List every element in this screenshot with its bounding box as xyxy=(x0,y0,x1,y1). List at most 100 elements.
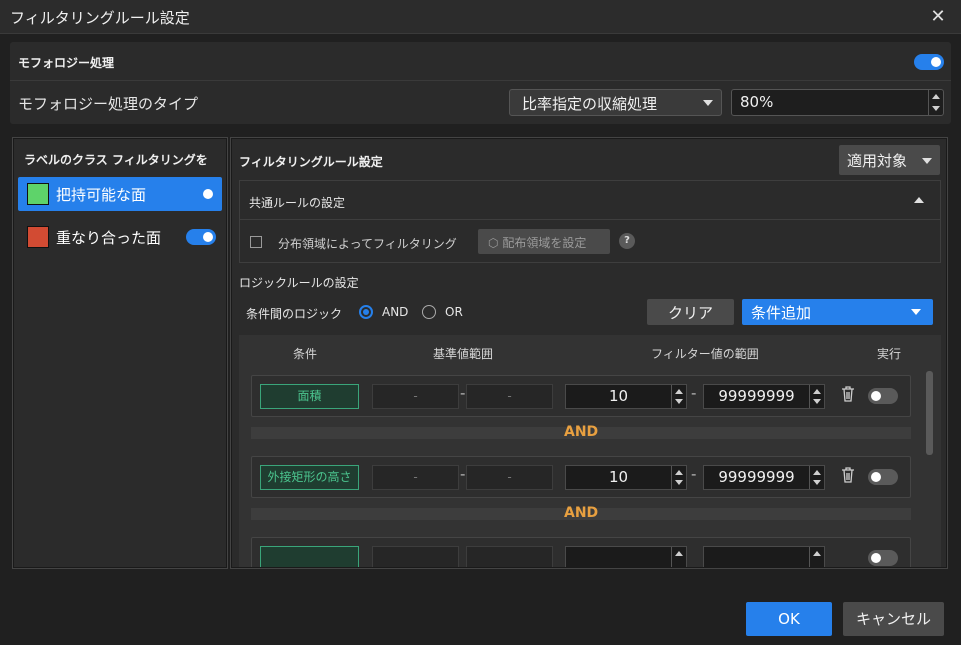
class-filter-title: ラベルのクラス フィルタリングを xyxy=(24,153,208,167)
apply-target-label: 適用対象 xyxy=(847,152,908,170)
chevron-down-icon xyxy=(911,309,921,315)
add-condition-button[interactable]: 条件追加 xyxy=(742,299,933,325)
filter-min-input[interactable]: 10 xyxy=(565,384,687,409)
logic-between-label: 条件間のロジック xyxy=(246,307,343,321)
rules-panel-title: フィルタリングルール設定 xyxy=(239,155,383,169)
condition-tag[interactable]: 外接矩形の高さ xyxy=(260,465,359,490)
help-icon[interactable]: ? xyxy=(619,233,635,249)
class-item-overlapping[interactable]: 重なり合った面 xyxy=(18,220,222,254)
chevron-up-icon[interactable] xyxy=(914,197,924,203)
clear-button[interactable]: クリア xyxy=(647,299,734,325)
reference-min xyxy=(372,546,459,567)
reference-max xyxy=(466,546,553,567)
spin-up-icon[interactable] xyxy=(675,389,683,394)
class-item-graspable[interactable]: 把持可能な面 xyxy=(18,177,222,211)
spin-buttons[interactable] xyxy=(809,385,824,408)
common-rules-section: 共通ルールの設定 分布領域によってフィルタリング ⬡ 配布領域を設定 ? xyxy=(239,180,941,263)
run-toggle[interactable] xyxy=(868,550,898,566)
morphology-toggle[interactable] xyxy=(914,54,944,70)
title-bar: フィルタリングルール設定 ✕ xyxy=(0,0,961,34)
common-rules-title: 共通ルールの設定 xyxy=(249,196,346,210)
range-dash: - xyxy=(691,384,697,402)
header-run: 実行 xyxy=(877,347,902,361)
filter-min-value: 10 xyxy=(608,387,629,405)
cancel-button[interactable]: キャンセル xyxy=(843,602,944,636)
class-label: 重なり合った面 xyxy=(56,229,162,247)
reference-min: - xyxy=(372,384,459,409)
filter-max-input[interactable]: 99999999 xyxy=(703,465,825,490)
distribution-checkbox[interactable] xyxy=(250,236,262,248)
condition-tag[interactable]: 面積 xyxy=(260,384,359,409)
header-condition: 条件 xyxy=(293,347,318,361)
spin-buttons[interactable] xyxy=(671,466,686,489)
spin-up-icon[interactable] xyxy=(675,551,683,556)
spin-buttons[interactable] xyxy=(928,90,943,115)
range-dash: - xyxy=(691,465,697,483)
class-label: 把持可能な面 xyxy=(56,186,147,204)
table-scrollbar[interactable] xyxy=(926,371,933,455)
class-toggle[interactable] xyxy=(186,186,216,202)
rule-row: 外接矩形の高さ - - - 10 - 99999999 xyxy=(251,456,911,498)
distribution-checkbox-label: 分布領域によってフィルタリング xyxy=(278,237,457,251)
spin-buttons[interactable] xyxy=(809,466,824,489)
and-connector: AND xyxy=(564,424,599,440)
radio-or-label: OR xyxy=(445,305,463,319)
header-filter-range: フィルター値の範囲 xyxy=(651,347,759,361)
reference-max: - xyxy=(466,465,553,490)
apply-target-button[interactable]: 適用対象 xyxy=(839,145,940,175)
chevron-down-icon xyxy=(922,158,932,164)
radio-or[interactable] xyxy=(422,305,436,319)
close-icon[interactable]: ✕ xyxy=(924,3,952,31)
spin-buttons[interactable] xyxy=(809,547,824,567)
radio-and-label: AND xyxy=(382,305,409,319)
run-toggle[interactable] xyxy=(868,469,898,485)
chevron-down-icon xyxy=(703,100,713,106)
spin-up-icon[interactable] xyxy=(813,551,821,556)
set-distribution-area-button[interactable]: ⬡ 配布領域を設定 xyxy=(478,229,610,254)
spin-up-icon[interactable] xyxy=(813,389,821,394)
morphology-type-label: モフォロジー処理のタイプ xyxy=(18,95,199,113)
run-toggle[interactable] xyxy=(868,388,898,404)
morphology-percent-input[interactable]: 80% xyxy=(731,89,944,116)
filter-min-value: 10 xyxy=(608,468,629,486)
morphology-section: モフォロジー処理 モフォロジー処理のタイプ 比率指定の収縮処理 80% xyxy=(10,42,951,124)
condition-tag[interactable] xyxy=(260,546,359,567)
divider xyxy=(240,219,940,220)
spin-up-icon[interactable] xyxy=(813,470,821,475)
spin-buttons[interactable] xyxy=(671,385,686,408)
morphology-type-select[interactable]: 比率指定の収縮処理 xyxy=(509,89,722,116)
range-dash: - xyxy=(460,384,466,402)
radio-and[interactable] xyxy=(359,305,373,319)
filter-max-input[interactable]: 99999999 xyxy=(703,384,825,409)
filter-max-value: 99999999 xyxy=(718,387,795,405)
spin-down-icon[interactable] xyxy=(675,480,683,485)
morphology-title: モフォロジー処理 xyxy=(18,56,115,70)
filter-min-input[interactable] xyxy=(565,546,687,567)
trash-icon[interactable] xyxy=(841,467,855,483)
spin-down-icon[interactable] xyxy=(813,480,821,485)
class-color-swatch xyxy=(27,226,49,248)
rule-row xyxy=(251,537,911,567)
spin-up-icon[interactable] xyxy=(675,470,683,475)
range-dash: - xyxy=(460,465,466,483)
logic-rules-title: ロジックルールの設定 xyxy=(239,276,359,290)
ok-button[interactable]: OK xyxy=(746,602,832,636)
spin-down-icon[interactable] xyxy=(675,399,683,404)
trash-icon[interactable] xyxy=(841,386,855,402)
add-condition-label: 条件追加 xyxy=(751,304,812,322)
and-connector: AND xyxy=(564,505,599,521)
morphology-type-value: 比率指定の収縮処理 xyxy=(522,95,658,113)
divider xyxy=(10,80,951,81)
rule-row: 面積 - - - 10 - 99999999 xyxy=(251,375,911,417)
spin-buttons[interactable] xyxy=(671,547,686,567)
conditions-table: 条件 基準値範囲 フィルター値の範囲 実行 面積 - - - 10 - 9999… xyxy=(239,335,941,567)
filtering-rules-panel: フィルタリングルール設定 適用対象 共通ルールの設定 分布領域によってフィルタリ… xyxy=(230,137,948,569)
class-toggle[interactable] xyxy=(186,229,216,245)
spin-up-icon[interactable] xyxy=(932,94,940,99)
spin-down-icon[interactable] xyxy=(932,106,940,111)
morphology-percent-value: 80% xyxy=(740,93,774,111)
filter-max-input[interactable] xyxy=(703,546,825,567)
filter-max-value: 99999999 xyxy=(718,468,795,486)
filter-min-input[interactable]: 10 xyxy=(565,465,687,490)
spin-down-icon[interactable] xyxy=(813,399,821,404)
